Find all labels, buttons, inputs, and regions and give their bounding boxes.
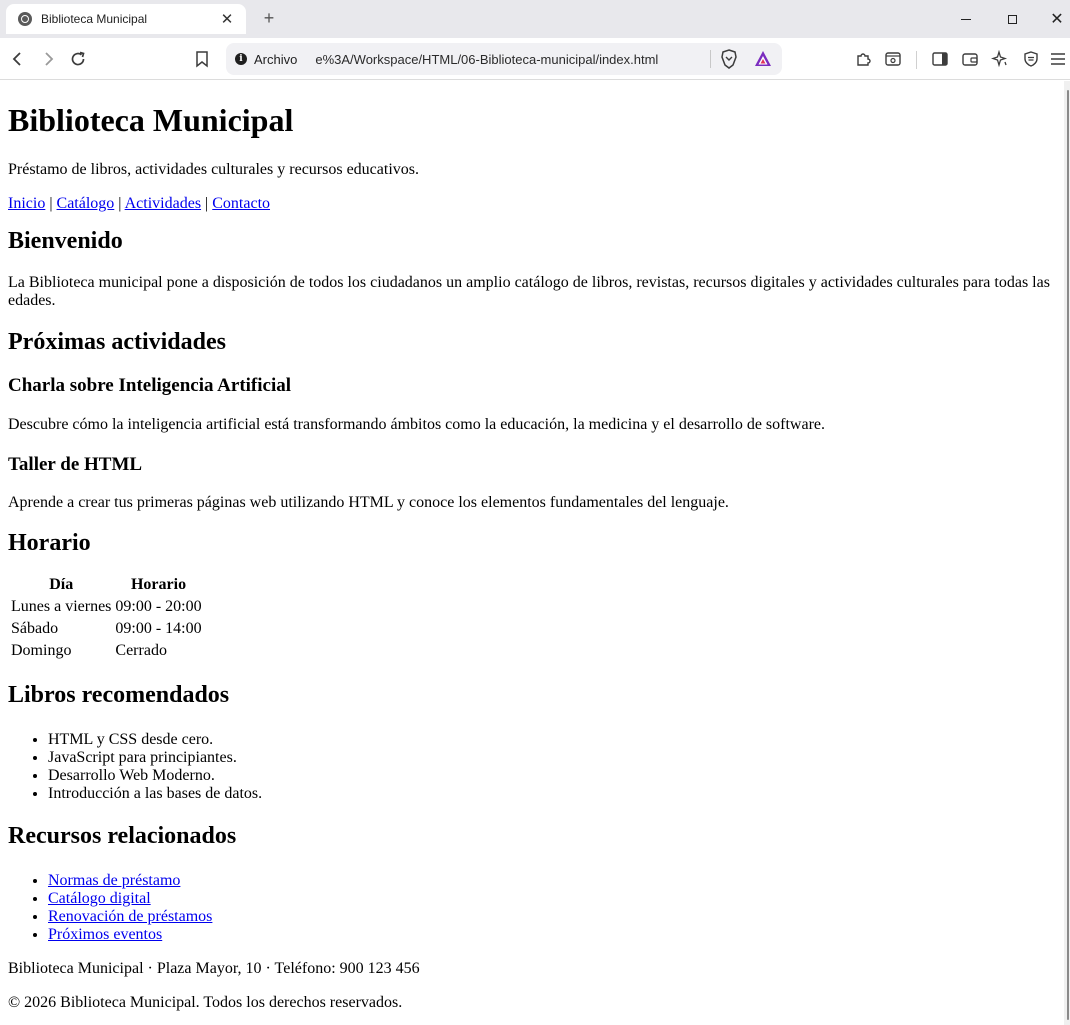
table-header-row: Día Horario — [10, 575, 203, 595]
reload-button[interactable] — [66, 47, 90, 71]
browser-toolbar: i Archivo e%3A/Workspace/HTML/06-Bibliot… — [0, 38, 1070, 80]
page-title: Biblioteca Municipal — [8, 102, 294, 138]
url-text[interactable]: e%3A/Workspace/HTML/06-Biblioteca-munici… — [315, 52, 658, 67]
nav-link-actividades[interactable]: Actividades — [125, 195, 201, 212]
extensions-icon — [857, 53, 871, 66]
table-row: Sábado 09:00 - 14:00 — [10, 619, 203, 639]
list-item: Desarrollo Web Moderno. — [48, 767, 1056, 785]
resource-link-eventos[interactable]: Próximos eventos — [48, 926, 162, 943]
info-icon[interactable]: i — [235, 53, 247, 65]
table-row: Lunes a viernes 09:00 - 20:00 — [10, 597, 203, 617]
resource-link-renovacion[interactable]: Renovación de préstamos — [48, 908, 212, 925]
list-item: Catálogo digital — [48, 890, 1056, 908]
resources-heading: Recursos relacionados — [8, 823, 237, 849]
toolbar-divider — [916, 51, 917, 69]
column-header-dia: Día — [49, 576, 74, 593]
sidebar-icon — [932, 52, 948, 66]
maximize-button[interactable] — [989, 6, 1035, 32]
list-item: Normas de préstamo — [48, 872, 1056, 890]
activity-title: Taller de HTML — [8, 454, 143, 475]
books-list: HTML y CSS desde cero. JavaScript para p… — [8, 731, 1056, 803]
vpn-button[interactable] — [1019, 47, 1043, 71]
forward-button[interactable] — [36, 47, 60, 71]
bookmark-icon — [196, 51, 208, 68]
list-item: HTML y CSS desde cero. — [48, 731, 1056, 749]
reading-mode-icon — [885, 52, 901, 66]
resources-list: Normas de préstamo Catálogo digital Reno… — [8, 872, 1056, 944]
tab-close-button[interactable]: ✕ — [218, 10, 236, 28]
page-content: Biblioteca Municipal Préstamo de libros,… — [0, 81, 1064, 1025]
reading-mode-button[interactable] — [881, 47, 905, 71]
list-item: Próximos eventos — [48, 926, 1056, 944]
new-tab-button[interactable]: + — [258, 7, 280, 29]
close-window-button[interactable]: ✕ — [1034, 6, 1070, 32]
active-tab[interactable]: Biblioteca Municipal ✕ — [6, 4, 246, 34]
main-nav: Inicio | Catálogo | Actividades | Contac… — [8, 195, 1056, 213]
minimize-icon — [961, 18, 971, 20]
welcome-heading: Bienvenido — [8, 228, 123, 254]
nav-link-catalogo[interactable]: Catálogo — [57, 195, 115, 212]
nav-link-inicio[interactable]: Inicio — [8, 195, 45, 212]
nav-separator: | — [205, 195, 209, 212]
menu-icon — [1051, 53, 1065, 65]
reload-icon — [71, 51, 85, 66]
extensions-button[interactable] — [852, 47, 876, 71]
wallet-icon — [962, 53, 978, 66]
brave-rewards-icon[interactable] — [754, 50, 772, 68]
nav-link-contacto[interactable]: Contacto — [212, 195, 270, 212]
table-cell-hours: 09:00 - 20:00 — [115, 598, 202, 615]
menu-button[interactable] — [1046, 47, 1070, 71]
maximize-icon — [1007, 14, 1017, 24]
table-cell-day: Sábado — [11, 620, 59, 637]
sidebar-button[interactable] — [928, 47, 952, 71]
nav-separator: | — [49, 195, 53, 212]
leo-ai-icon — [991, 50, 1008, 68]
footer-address: Biblioteca Municipal · Plaza Mayor, 10 ·… — [8, 960, 420, 977]
table-cell-hours: 09:00 - 14:00 — [115, 620, 202, 637]
scrollbar-thumb[interactable] — [1067, 90, 1069, 1020]
wallet-button[interactable] — [958, 47, 982, 71]
vpn-shield-icon — [1024, 51, 1038, 67]
list-item: Introducción a las bases de datos. — [48, 785, 1056, 803]
minimize-button[interactable] — [943, 6, 989, 32]
list-item: JavaScript para principiantes. — [48, 749, 1056, 767]
table-cell-hours: Cerrado — [115, 642, 167, 659]
globe-icon — [18, 12, 32, 26]
books-heading: Libros recomendados — [8, 682, 230, 708]
schedule-heading: Horario — [8, 530, 91, 556]
tab-strip: Biblioteca Municipal ✕ + ✕ — [0, 0, 1070, 38]
resource-link-catalogo[interactable]: Catálogo digital — [48, 890, 151, 907]
forward-icon — [45, 52, 54, 66]
activity-title: Charla sobre Inteligencia Artificial — [8, 375, 292, 396]
footer-copyright: © 2026 Biblioteca Municipal. Todos los d… — [8, 994, 403, 1011]
close-icon: ✕ — [1050, 11, 1064, 28]
url-divider — [710, 50, 711, 68]
url-scheme: Archivo — [254, 51, 298, 67]
list-item: Renovación de préstamos — [48, 908, 1056, 926]
activity-description: Descubre cómo la inteligencia artificial… — [8, 416, 826, 433]
resource-link-normas[interactable]: Normas de préstamo — [48, 872, 180, 889]
leo-ai-button[interactable] — [988, 47, 1012, 71]
brave-shields-icon[interactable] — [720, 49, 738, 69]
page-subtitle: Préstamo de libros, actividades cultural… — [8, 161, 419, 178]
address-bar[interactable]: i Archivo e%3A/Workspace/HTML/06-Bibliot… — [226, 43, 782, 75]
back-icon — [12, 52, 21, 66]
table-row: Domingo Cerrado — [10, 641, 203, 661]
bookmark-button[interactable] — [190, 47, 214, 71]
nav-separator: | — [118, 195, 122, 212]
activities-heading: Próximas actividades — [8, 329, 226, 355]
activity-description: Aprende a crear tus primeras páginas web… — [8, 494, 729, 511]
tab-title: Biblioteca Municipal — [41, 12, 148, 26]
column-header-horario: Horario — [130, 576, 187, 593]
back-button[interactable] — [6, 47, 30, 71]
welcome-text: La Biblioteca municipal pone a disposici… — [8, 274, 1050, 309]
table-cell-day: Lunes a viernes — [11, 598, 112, 615]
table-cell-day: Domingo — [11, 642, 72, 659]
schedule-table: Día Horario Lunes a viernes 09:00 - 20:0… — [8, 573, 205, 663]
